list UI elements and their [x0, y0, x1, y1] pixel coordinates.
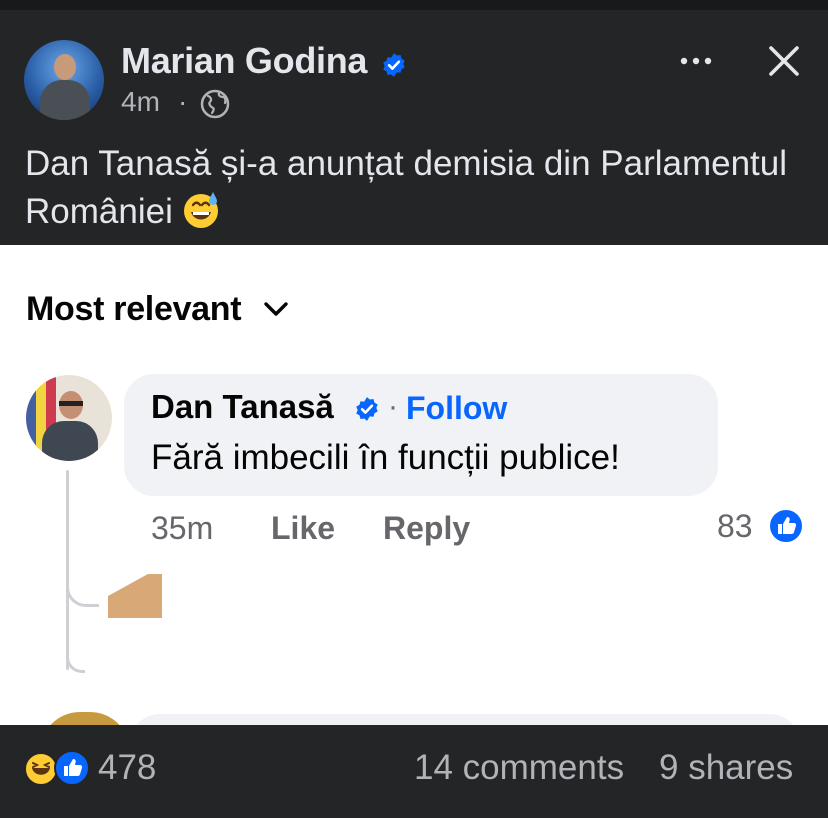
shares-count[interactable]: 9 shares — [659, 748, 793, 788]
thread-connector — [66, 572, 99, 607]
avatar-glasses — [59, 401, 83, 406]
grinning-sweat-emoji-icon — [183, 192, 218, 228]
chevron-down-icon[interactable] — [262, 298, 290, 320]
reactions-total[interactable]: 478 — [98, 748, 156, 788]
commenter-avatar[interactable] — [26, 375, 112, 461]
verified-badge-icon — [356, 397, 378, 421]
post-text-content: Dan Tanasă și-a anunțat demisia din Parl… — [25, 144, 788, 231]
post-text: Dan Tanasă și-a anunțat demisia din Parl… — [25, 140, 805, 236]
sort-dropdown[interactable]: Most relevant — [26, 290, 242, 329]
like-button[interactable]: Like — [271, 510, 335, 547]
avatar-body — [42, 421, 98, 461]
close-icon[interactable] — [766, 43, 802, 79]
more-options-icon[interactable] — [676, 48, 716, 74]
time-separator: · — [178, 86, 188, 117]
comment-time[interactable]: 35m — [151, 510, 213, 547]
post-time[interactable]: 4m — [121, 86, 160, 118]
like-reaction-icon[interactable] — [54, 750, 90, 786]
like-reaction-icon[interactable] — [768, 508, 804, 544]
comments-count[interactable]: 14 comments — [414, 748, 624, 788]
follow-separator: · — [388, 390, 398, 423]
avatar-head — [54, 54, 76, 80]
globe-icon — [200, 89, 230, 119]
commenter-name[interactable]: Dan Tanasă — [151, 388, 334, 426]
reply-sticker-icon[interactable] — [108, 574, 162, 618]
top-strip — [0, 0, 828, 10]
author-name[interactable]: Marian Godina — [121, 40, 367, 82]
author-avatar[interactable] — [24, 40, 104, 120]
verified-badge-icon — [383, 53, 405, 77]
haha-reaction-icon[interactable] — [24, 752, 58, 786]
comment-text: Fără imbecili în funcții publice! — [151, 438, 620, 477]
avatar-body — [40, 80, 90, 120]
reply-button[interactable]: Reply — [383, 510, 470, 547]
follow-button[interactable]: Follow — [406, 390, 507, 427]
comment-reaction-count[interactable]: 83 — [717, 508, 753, 545]
